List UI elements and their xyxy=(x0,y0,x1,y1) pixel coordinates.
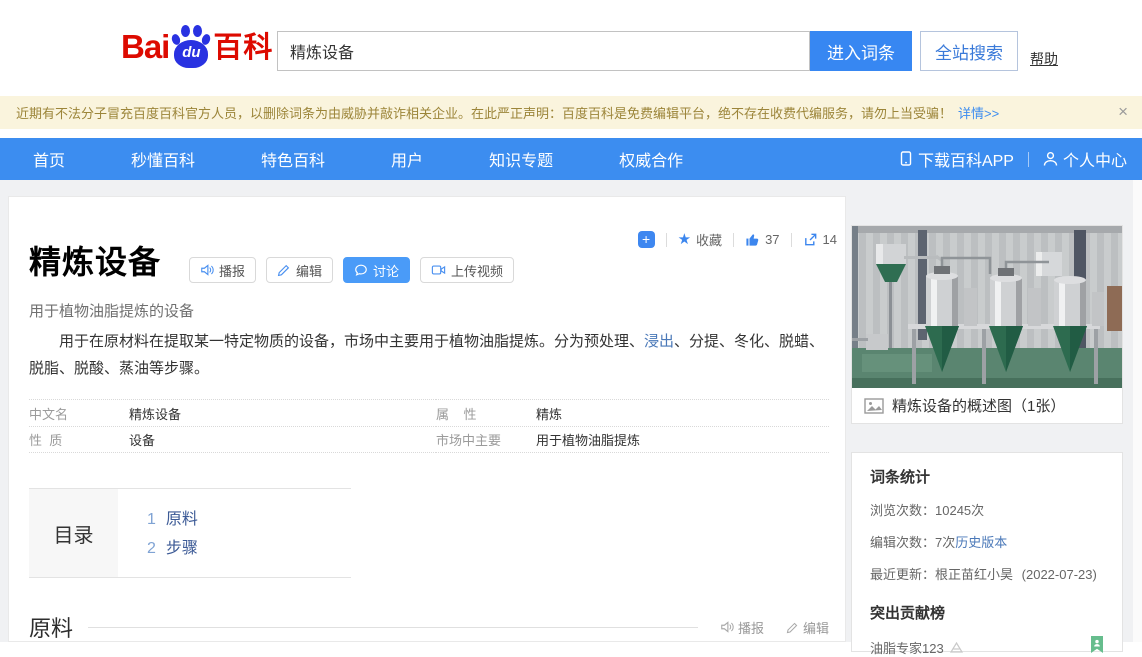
nav-separator xyxy=(1028,152,1029,167)
speaker-icon xyxy=(200,263,214,277)
share-icon xyxy=(803,232,818,247)
nav-item-miaodong[interactable]: 秒懂百科 xyxy=(131,147,195,171)
site-search-button[interactable]: 全站搜索 xyxy=(920,31,1018,71)
broadcast-button[interactable]: 播报 xyxy=(189,257,256,283)
add-icon[interactable]: + xyxy=(638,231,655,248)
stats-card: 词条统计 浏览次数：10245次 编辑次数：7次历史版本 最近更新：根正苗红小昊… xyxy=(851,452,1123,652)
overview-photo-card[interactable]: 精炼设备的概述图（1张） xyxy=(851,225,1123,424)
discuss-button[interactable]: 讨论 xyxy=(343,257,410,283)
photo-caption[interactable]: 精炼设备的概述图（1张） xyxy=(852,388,1122,423)
section-broadcast-button[interactable]: 播报 xyxy=(720,618,764,637)
help-link[interactable]: 帮助 xyxy=(1030,49,1058,69)
equipment-photo xyxy=(852,226,1122,388)
info-row: 市场中主要 用于植物油脂提炼 xyxy=(436,426,829,453)
right-gutter xyxy=(1133,180,1142,642)
edit-button[interactable]: 编辑 xyxy=(266,257,333,283)
info-row: 性 质 设备 xyxy=(29,426,436,453)
stats-views: 浏览次数：10245次 xyxy=(870,500,1104,519)
title-toolbar: 播报 编辑 讨论 上传视频 xyxy=(189,257,514,283)
catalog-item-buzhou[interactable]: 2步骤 xyxy=(147,534,198,563)
nav-item-tese[interactable]: 特色百科 xyxy=(261,147,325,171)
contrib-title: 突出贡献榜 xyxy=(870,602,1104,623)
entry-summary: 用于在原材料在提取某一特定物质的设备，市场中主要用于植物油脂提炼。分为预处理、浸… xyxy=(29,328,831,382)
stats-title: 词条统计 xyxy=(870,466,1104,487)
speaker-icon xyxy=(720,620,734,634)
logo-du-text: du xyxy=(174,44,208,61)
nav-item-authority[interactable]: 权威合作 xyxy=(619,147,683,171)
entry-card: + ★ 收藏 37 14 精炼设备 xyxy=(8,196,846,642)
entry-actions: + ★ 收藏 37 14 xyxy=(638,230,837,249)
personal-center-link[interactable]: 个人中心 xyxy=(1043,147,1127,171)
infobox: 中文名 精炼设备 属 性 精炼 性 质 设备 市场中主要 用于植物油脂提炼 xyxy=(29,399,829,453)
entry-subtitle: 用于植物油脂提炼的设备 xyxy=(29,300,194,321)
section-title: 原料 xyxy=(29,611,73,643)
phone-icon xyxy=(899,151,913,167)
download-app-link[interactable]: 下载百科APP xyxy=(899,147,1014,171)
notice-text: 近期有不法分子冒充百度百科官方人员，以删除词条为由威胁并敲诈相关企业。在此严正声… xyxy=(16,103,952,122)
share-button[interactable]: 14 xyxy=(803,232,837,247)
jinchu-link[interactable]: 浸出 xyxy=(644,333,674,350)
logo-baike-text: 百科 xyxy=(213,26,273,70)
star-icon: ★ xyxy=(678,232,691,247)
search-input[interactable] xyxy=(277,31,810,71)
user-level-icon xyxy=(950,642,963,653)
person-icon xyxy=(1043,151,1058,167)
section-divider xyxy=(88,627,698,628)
main-nav: 首页 秒懂百科 特色百科 用户 知识专题 权威合作 下载百科APP 个人中心 xyxy=(0,138,1142,180)
page-title: 精炼设备 xyxy=(29,237,161,283)
pencil-icon xyxy=(786,621,799,634)
updater-name[interactable]: 根正苗红小昊 xyxy=(935,567,1013,582)
catalog-title: 目录 xyxy=(29,489,118,577)
notice-details-link[interactable]: 详情>> xyxy=(958,103,999,122)
section-edit-button[interactable]: 编辑 xyxy=(786,618,829,637)
section-header: 原料 播报 编辑 xyxy=(29,611,829,643)
nav-item-topics[interactable]: 知识专题 xyxy=(489,147,553,171)
video-icon xyxy=(431,263,446,277)
baike-logo[interactable]: Bai du 百科 xyxy=(121,22,273,70)
enter-entry-button[interactable]: 进入词条 xyxy=(810,31,912,71)
contribution-medal-icon[interactable] xyxy=(1090,636,1104,655)
contrib-row: 油脂专家123 xyxy=(870,638,1104,657)
history-versions-link[interactable]: 历史版本 xyxy=(955,535,1007,550)
nav-item-users[interactable]: 用户 xyxy=(391,147,423,171)
stats-update: 最近更新：根正苗红小昊 (2022-07-23) xyxy=(870,564,1104,583)
favorite-button[interactable]: ★ 收藏 xyxy=(678,230,722,249)
stats-edits: 编辑次数：7次历史版本 xyxy=(870,532,1104,551)
notice-bar: 近期有不法分子冒充百度百科官方人员，以删除词条为由威胁并敲诈相关企业。在此严正声… xyxy=(0,96,1142,129)
thumb-up-icon xyxy=(745,232,760,247)
like-button[interactable]: 37 xyxy=(745,232,779,247)
upload-video-button[interactable]: 上传视频 xyxy=(420,257,514,283)
image-icon xyxy=(864,398,884,414)
catalog-item-yuanliao[interactable]: 1原料 xyxy=(147,505,198,534)
contributor-name[interactable]: 油脂专家123 xyxy=(870,638,944,657)
baidu-paw-icon: du xyxy=(170,22,212,70)
info-row: 属 性 精炼 xyxy=(436,399,829,426)
info-row: 中文名 精炼设备 xyxy=(29,399,436,426)
logo-bai-text: Bai xyxy=(121,24,169,70)
notice-close-icon[interactable]: × xyxy=(1118,102,1128,122)
nav-item-home[interactable]: 首页 xyxy=(33,147,65,171)
chat-bubble-icon xyxy=(354,263,368,277)
pencil-icon xyxy=(277,263,291,277)
catalog: 目录 1原料 2步骤 xyxy=(29,488,351,578)
header: Bai du 百科 进入词条 全站搜索 帮助 xyxy=(0,0,1142,90)
